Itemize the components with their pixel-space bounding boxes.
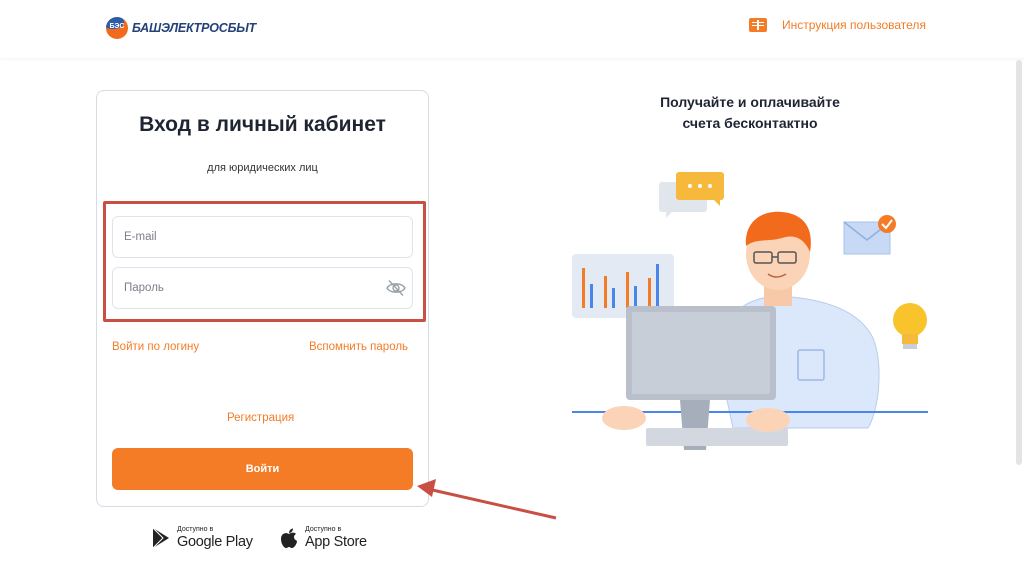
email-field[interactable] [112,216,413,258]
app-store-caption: Доступно в [305,526,342,533]
promo-title-line-1: Получайте и оплачивайте [660,94,840,110]
apple-icon [281,528,297,548]
book-icon [749,18,767,32]
register-link[interactable]: Регистрация [227,412,294,424]
eye-off-icon[interactable] [386,279,406,297]
remind-password-link[interactable]: Вспомнить пароль [309,341,408,353]
password-field[interactable] [112,267,413,309]
header: БЭС БАШЭЛЕКТРОСБЫТ Инструкция пользовате… [0,0,1024,58]
promo-illustration [572,172,928,450]
login-submit-button[interactable]: Войти [112,448,413,490]
brand-logo[interactable]: БЭС БАШЭЛЕКТРОСБЫТ [106,17,256,39]
lightbulb-icon [893,303,927,349]
promo-title: Получайте и оплачивайте счета бесконтакт… [600,92,900,134]
logo-mark-text: БЭС [109,23,125,30]
user-manual-label: Инструкция пользователя [782,18,926,32]
login-page: БЭС БАШЭЛЕКТРОСБЫТ Инструкция пользовате… [0,0,1024,585]
user-manual-link[interactable]: Инструкция пользователя [749,18,926,32]
google-play-label: Google Play [177,534,253,550]
app-store-label: App Store [305,534,367,550]
envelope-icon [843,215,896,255]
chat-bubbles-icon [659,172,724,218]
app-store-badge[interactable]: Доступно в App Store [279,526,367,550]
logo-icon: БЭС [106,17,128,39]
logo-name: БАШЭЛЕКТРОСБЫТ [132,21,256,35]
google-play-badge[interactable]: Доступно в Google Play [151,526,253,550]
page-title: Вход в личный кабинет [139,113,386,136]
annotation-arrow [417,479,557,520]
page-subtitle: для юридических лиц [207,162,318,174]
page-scrollbar[interactable] [1016,60,1022,465]
google-play-caption: Доступно в [177,526,214,533]
login-by-username-link[interactable]: Войти по логину [112,341,199,353]
promo-title-line-2: счета бесконтактно [682,115,818,131]
google-play-icon [152,527,169,549]
